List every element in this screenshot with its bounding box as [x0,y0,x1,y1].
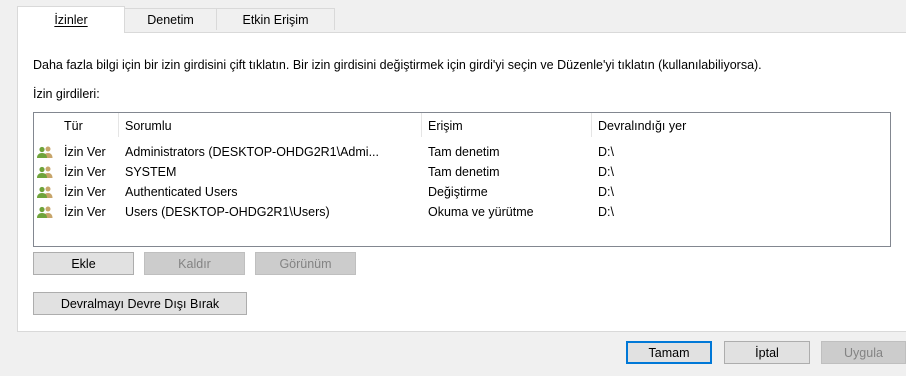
list-column-header: Tür Sorumlu Erişim Devralındığı yer [34,113,890,137]
disable-inheritance-button[interactable]: Devralmayı Devre Dışı Bırak [33,292,247,315]
column-divider[interactable] [421,113,422,137]
remove-button[interactable]: Kaldır [144,252,245,275]
row-type: İzin Ver [64,185,106,199]
row-type: İzin Ver [64,165,106,179]
tab-permissions-label: İzinler [54,13,88,27]
users-icon [37,146,53,158]
table-row[interactable]: İzin Ver SYSTEM Tam denetim D:\ [34,162,890,182]
row-principal: Authenticated Users [125,185,238,199]
row-principal: Administrators (DESKTOP-OHDG2R1\Admi... [125,145,379,159]
tab-permissions[interactable]: İzinler [17,6,125,33]
column-type[interactable]: Tür [64,119,83,133]
table-row[interactable]: İzin Ver Users (DESKTOP-OHDG2R1\Users) O… [34,202,890,222]
row-inherited-from: D:\ [598,185,614,199]
users-icon [37,186,53,198]
row-access: Değiştirme [428,185,488,199]
row-inherited-from: D:\ [598,145,614,159]
cancel-button[interactable]: İptal [724,341,810,364]
row-type: İzin Ver [64,205,106,219]
row-access: Okuma ve yürütme [428,205,534,219]
users-icon [37,166,53,178]
tab-effective-access[interactable]: Etkin Erişim [216,8,335,30]
instructions-text: Daha fazla bilgi için bir izin girdisini… [33,58,762,72]
column-principal[interactable]: Sorumlu [125,119,172,133]
add-button[interactable]: Ekle [33,252,134,275]
tab-auditing-label: Denetim [147,12,194,27]
row-access: Tam denetim [428,145,500,159]
column-inherited-from[interactable]: Devralındığı yer [598,119,686,133]
table-row[interactable]: İzin Ver Authenticated Users Değiştirme … [34,182,890,202]
users-icon [37,206,53,218]
apply-button[interactable]: Uygula [821,341,906,364]
permission-entries-label: İzin girdileri: [33,87,100,101]
row-inherited-from: D:\ [598,205,614,219]
tab-strip: İzinler Denetim Etkin Erişim [0,0,906,33]
row-principal: Users (DESKTOP-OHDG2R1\Users) [125,205,330,219]
column-divider[interactable] [591,113,592,137]
column-divider[interactable] [118,113,119,137]
column-access[interactable]: Erişim [428,119,463,133]
permission-entries-list[interactable]: Tür Sorumlu Erişim Devralındığı yer İzin… [33,112,891,247]
ok-button[interactable]: Tamam [626,341,712,364]
view-button[interactable]: Görünüm [255,252,356,275]
permissions-panel: Daha fazla bilgi için bir izin girdisini… [17,32,906,332]
row-type: İzin Ver [64,145,106,159]
row-principal: SYSTEM [125,165,177,179]
tab-effective-access-label: Etkin Erişim [242,12,309,27]
tab-auditing[interactable]: Denetim [124,8,217,30]
row-access: Tam denetim [428,165,500,179]
table-row[interactable]: İzin Ver Administrators (DESKTOP-OHDG2R1… [34,142,890,162]
row-inherited-from: D:\ [598,165,614,179]
